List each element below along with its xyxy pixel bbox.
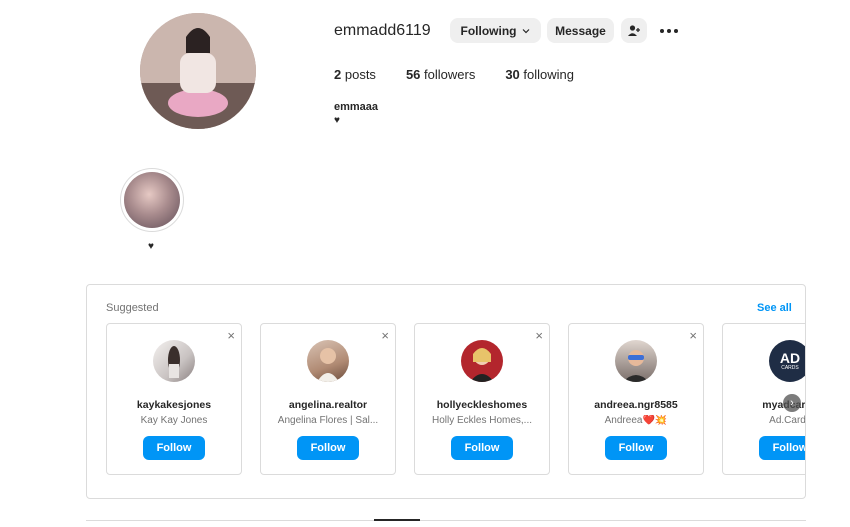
suggestion-card[interactable]: × kaykakesjones Kay Kay Jones Follow bbox=[106, 323, 242, 475]
suggestion-subtitle: Kay Kay Jones bbox=[140, 415, 208, 426]
posts-stat: 2 posts bbox=[334, 67, 376, 82]
suggestion-subtitle: Holly Eckles Homes,... bbox=[431, 415, 533, 426]
chevron-right-icon[interactable]: › bbox=[783, 394, 801, 412]
suggestion-card[interactable]: × andreea.ngr8585 Andreea❤️💥 Follow bbox=[568, 323, 704, 475]
dismiss-icon[interactable]: × bbox=[381, 328, 389, 343]
avatar[interactable] bbox=[615, 340, 657, 382]
suggestion-username[interactable]: kaykakesjones bbox=[107, 399, 241, 411]
suggestion-card[interactable]: × angelina.realtor Angelina Flores | Sal… bbox=[260, 323, 396, 475]
chevron-down-icon bbox=[522, 28, 529, 33]
avatar[interactable]: AD CARDS bbox=[769, 340, 805, 382]
profile-full-name: emmaaa bbox=[334, 101, 379, 113]
suggestion-username[interactable]: hollyeckleshomes bbox=[415, 399, 549, 411]
suggestion-subtitle: Andreea❤️💥 bbox=[604, 415, 668, 426]
avatar[interactable] bbox=[307, 340, 349, 382]
follow-button[interactable]: Follow bbox=[297, 436, 359, 460]
profile-bio: ♥ bbox=[334, 115, 340, 126]
following-button-label: Following bbox=[460, 23, 517, 38]
logo-text: AD bbox=[779, 349, 801, 366]
message-button-label: Message bbox=[555, 23, 606, 38]
followers-stat[interactable]: 56 followers bbox=[406, 67, 475, 82]
follow-button[interactable]: Follow bbox=[759, 436, 805, 460]
follow-button[interactable]: Follow bbox=[605, 436, 667, 460]
suggested-title: Suggested bbox=[106, 302, 159, 314]
see-all-link[interactable]: See all bbox=[757, 302, 792, 314]
following-button[interactable]: Following bbox=[450, 18, 541, 43]
tab-divider bbox=[86, 520, 806, 521]
highlight-cover bbox=[124, 172, 180, 228]
following-stat[interactable]: 30 following bbox=[505, 67, 574, 82]
suggestion-subtitle: Ad.Cards bbox=[769, 415, 806, 426]
tab-posts-indicator[interactable] bbox=[374, 519, 420, 521]
logo-subtext: CARDS bbox=[781, 364, 799, 371]
suggestion-card[interactable]: × hollyeckleshomes Holly Eckles Homes,..… bbox=[414, 323, 550, 475]
avatar[interactable] bbox=[153, 340, 195, 382]
suggestion-subtitle: Angelina Flores | Sal... bbox=[277, 415, 379, 426]
add-user-icon bbox=[628, 24, 640, 36]
suggested-panel: Suggested See all × kaykakesjones Kay Ka… bbox=[86, 284, 806, 499]
suggestion-username[interactable]: angelina.realtor bbox=[261, 399, 395, 411]
message-button[interactable]: Message bbox=[547, 18, 614, 43]
profile-username: emmadd6119 bbox=[334, 22, 431, 39]
avatar[interactable] bbox=[461, 340, 503, 382]
profile-stats: 2 posts 56 followers 30 following bbox=[334, 67, 574, 82]
dismiss-icon[interactable]: × bbox=[535, 328, 543, 343]
dismiss-icon[interactable]: × bbox=[227, 328, 235, 343]
follow-button[interactable]: Follow bbox=[451, 436, 513, 460]
follow-button[interactable]: Follow bbox=[143, 436, 205, 460]
story-highlight[interactable] bbox=[120, 168, 184, 232]
dismiss-icon[interactable]: × bbox=[689, 328, 697, 343]
profile-avatar[interactable] bbox=[140, 13, 256, 129]
suggest-users-button[interactable] bbox=[621, 18, 647, 43]
highlight-label: ♥ bbox=[148, 241, 154, 252]
suggestion-username[interactable]: andreea.ngr8585 bbox=[569, 399, 703, 411]
more-options-icon[interactable] bbox=[657, 22, 681, 40]
